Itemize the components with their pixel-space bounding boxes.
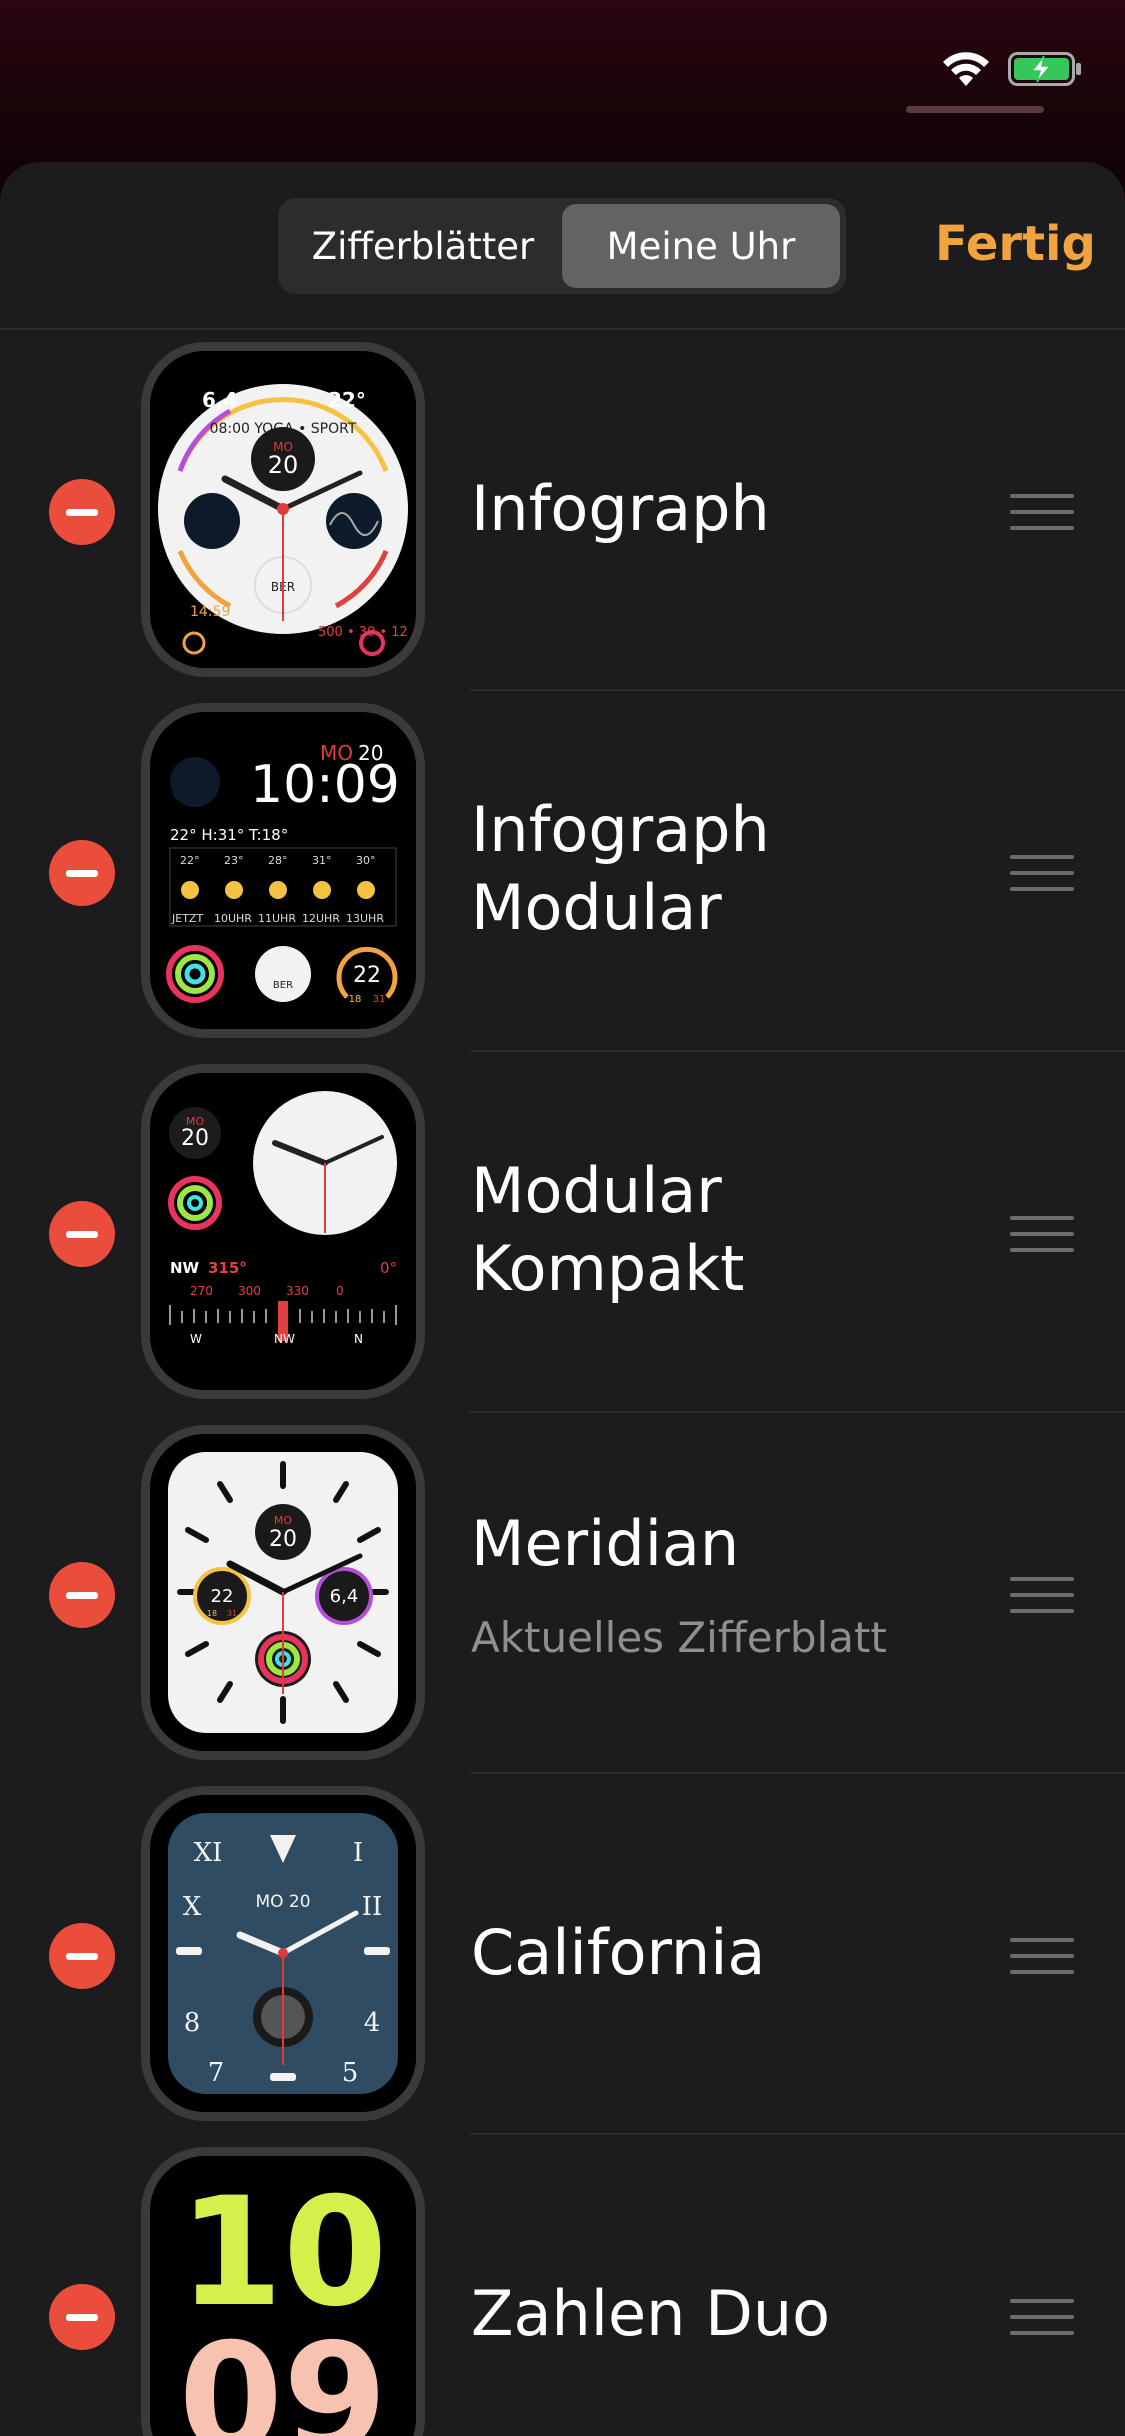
svg-text:31: 31 (373, 994, 386, 1005)
face-name-line-1: Modular (471, 1154, 722, 1227)
status-bar (0, 0, 1125, 150)
svg-text:BER: BER (273, 980, 293, 991)
face-row-zahlen-duo: 10 09 Zahlen Duo (0, 2135, 1125, 2436)
svg-text:JETZT: JETZT (171, 912, 203, 925)
reorder-handle-icon[interactable] (1010, 855, 1074, 891)
face-row-modular-kompakt: MO 20 NW 315° 0° 270 300 330 0 W NW N Mo… (0, 1052, 1125, 1413)
svg-text:22: 22 (353, 963, 381, 988)
svg-text:22°: 22° (328, 388, 366, 412)
reorder-handle-icon[interactable] (1010, 494, 1074, 530)
face-name: California (471, 1916, 766, 1989)
face-name: Meridian (471, 1507, 740, 1580)
reorder-handle-icon[interactable] (1010, 2299, 1074, 2335)
svg-text:XI: XI (194, 1838, 223, 1868)
svg-text:0: 0 (336, 1284, 344, 1298)
watch-face-preview[interactable]: XI I X II 8 4 7 5 MO 20 (141, 1786, 425, 2121)
delete-button[interactable] (49, 1562, 115, 1628)
svg-text:18: 18 (207, 1609, 217, 1618)
svg-text:300: 300 (238, 1284, 261, 1298)
face-name-line-2: Kompakt (471, 1232, 745, 1305)
watch-face-preview[interactable]: 10 09 (141, 2147, 425, 2436)
face-name-line-2: Modular (471, 871, 722, 944)
svg-text:30°: 30° (356, 854, 376, 867)
svg-text:11UHR: 11UHR (258, 912, 296, 925)
watch-face-preview[interactable]: MO 20 10:09 22° H:31° T:18° 22° 23° 28° … (141, 703, 425, 1038)
svg-text:09: 09 (179, 2312, 388, 2436)
svg-text:315°: 315° (208, 1259, 247, 1277)
delete-button[interactable] (49, 479, 115, 545)
svg-text:5: 5 (342, 2058, 359, 2088)
watch-face-preview[interactable]: MO 20 NW 315° 0° 270 300 330 0 W NW N (141, 1064, 425, 1399)
svg-text:28°: 28° (268, 854, 288, 867)
reorder-handle-icon[interactable] (1010, 1577, 1074, 1613)
status-grabber (906, 106, 1044, 113)
watch-face-preview[interactable]: MO 20 22 18 31 6,4 (141, 1425, 425, 1760)
delete-button[interactable] (49, 840, 115, 906)
svg-text:MO 20: MO 20 (255, 1892, 310, 1912)
svg-text:330: 330 (286, 1284, 309, 1298)
svg-text:20: 20 (268, 451, 299, 479)
svg-text:6,4: 6,4 (330, 1586, 359, 1607)
face-name: Infograph (471, 472, 770, 545)
svg-text:20: 20 (181, 1126, 209, 1151)
svg-text:12UHR: 12UHR (302, 912, 340, 925)
delete-button[interactable] (49, 2284, 115, 2350)
svg-text:13UHR: 13UHR (346, 912, 384, 925)
svg-text:NW: NW (274, 1332, 295, 1346)
svg-text:10UHR: 10UHR (214, 912, 252, 925)
face-row-california: XI I X II 8 4 7 5 MO 20 California (0, 1774, 1125, 2135)
wifi-icon (943, 52, 989, 86)
current-face-label: Aktuelles Zifferblatt (471, 1613, 887, 1662)
svg-text:18: 18 (349, 994, 362, 1005)
svg-text:MO: MO (274, 1514, 292, 1527)
delete-button[interactable] (49, 1923, 115, 1989)
svg-text:23°: 23° (224, 854, 244, 867)
svg-text:NW: NW (170, 1259, 200, 1277)
sheet-header: Zifferblätter Meine Uhr Fertig (0, 162, 1125, 330)
svg-text:II: II (362, 1892, 383, 1922)
svg-text:X: X (183, 1892, 202, 1922)
tab-zifferblaetter[interactable]: Zifferblätter (284, 204, 562, 288)
face-row-meridian: MO 20 22 18 31 6,4 Meridian Aktuelles Zi… (0, 1413, 1125, 1774)
svg-text:22° H:31° T:18°: 22° H:31° T:18° (170, 826, 288, 844)
tab-meine-uhr[interactable]: Meine Uhr (562, 204, 840, 288)
svg-text:31: 31 (227, 1609, 237, 1618)
my-watch-sheet: Zifferblätter Meine Uhr Fertig 6,4 22° 0… (0, 162, 1125, 2436)
svg-text:14:59: 14:59 (190, 604, 230, 620)
face-name-line-1: Infograph (471, 793, 770, 866)
svg-text:22: 22 (211, 1586, 234, 1607)
reorder-handle-icon[interactable] (1010, 1938, 1074, 1974)
svg-text:W: W (190, 1332, 202, 1346)
done-button[interactable]: Fertig (935, 216, 1096, 272)
svg-text:22°: 22° (180, 854, 200, 867)
svg-text:7: 7 (208, 2058, 225, 2088)
svg-text:4: 4 (364, 2008, 381, 2038)
battery-charging-icon (1008, 52, 1081, 86)
segmented-control: Zifferblätter Meine Uhr (278, 198, 846, 294)
svg-text:31°: 31° (312, 854, 332, 867)
svg-text:6,4: 6,4 (202, 388, 237, 412)
face-name: Zahlen Duo (471, 2277, 831, 2350)
svg-text:N: N (354, 1332, 363, 1346)
face-row-infograph-modular: MO 20 10:09 22° H:31° T:18° 22° 23° 28° … (0, 691, 1125, 1052)
svg-text:270: 270 (190, 1284, 213, 1298)
reorder-handle-icon[interactable] (1010, 1216, 1074, 1252)
watch-face-preview[interactable]: 6,4 22° 08:00 YOGA • SPORT MO 20 BER 14:… (141, 342, 425, 677)
delete-button[interactable] (49, 1201, 115, 1267)
svg-text:10:09: 10:09 (250, 755, 400, 815)
svg-text:0°: 0° (380, 1259, 397, 1277)
svg-text:I: I (353, 1838, 363, 1868)
face-row-infograph: 6,4 22° 08:00 YOGA • SPORT MO 20 BER 14:… (0, 330, 1125, 691)
svg-text:20: 20 (269, 1527, 297, 1552)
svg-text:8: 8 (184, 2008, 201, 2038)
